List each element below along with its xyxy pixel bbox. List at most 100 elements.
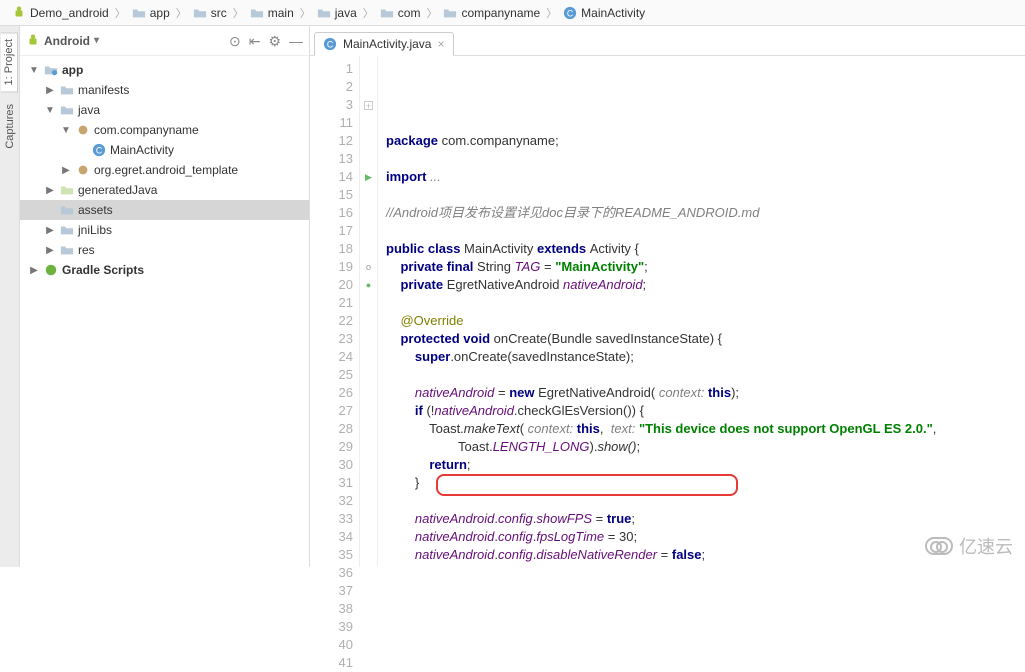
tree-arrow-icon[interactable]: ▶ (60, 165, 72, 176)
code-line[interactable]: nativeAndroid = new EgretNativeAndroid( … (386, 384, 1025, 402)
tree-label: com.companyname (94, 123, 199, 137)
folder-icon (380, 6, 394, 20)
breadcrumb-label: java (335, 6, 357, 20)
breadcrumb-item[interactable]: src (189, 4, 231, 22)
folder-icon (60, 243, 74, 257)
tree-item[interactable]: ▼ com.companyname (20, 120, 309, 140)
code-editor[interactable]: 1231112131415161718192021222324252627282… (310, 56, 1025, 567)
sidebar-toolbar: Android ▾ ⊙⇤⚙— (20, 26, 309, 56)
gear-icon[interactable]: ⚙ (268, 34, 281, 48)
tree-label: org.egret.android_template (94, 163, 238, 177)
code-line[interactable] (386, 492, 1025, 510)
line-number: 38 (310, 600, 353, 618)
tree-item[interactable]: CMainActivity (20, 140, 309, 160)
tree-item[interactable]: ▶generatedJava (20, 180, 309, 200)
breadcrumb-separator: 〉 (233, 5, 244, 21)
folder-icon (250, 6, 264, 20)
breadcrumb-item[interactable]: java (313, 4, 361, 22)
tree-item[interactable]: assets (20, 200, 309, 220)
gutter-mark (360, 366, 377, 384)
breadcrumb-item[interactable]: main (246, 4, 298, 22)
code-line[interactable]: package com.companyname; (386, 132, 1025, 150)
code-line[interactable]: //Android项目发布设置详见doc目录下的README_ANDROID.m… (386, 204, 1025, 222)
line-number: 1 (310, 60, 353, 78)
line-number: 15 (310, 186, 353, 204)
tree-label: jniLibs (78, 223, 112, 237)
code-line[interactable]: private final String TAG = "MainActivity… (386, 258, 1025, 276)
tree-label: assets (78, 203, 113, 217)
tree-label: app (62, 63, 83, 77)
breadcrumb-item[interactable]: com (376, 4, 425, 22)
hide-icon[interactable]: — (289, 34, 303, 48)
code-line[interactable]: public class MainActivity extends Activi… (386, 240, 1025, 258)
tree-item[interactable]: ▶Gradle Scripts (20, 260, 309, 280)
line-number: 35 (310, 546, 353, 564)
line-number: 12 (310, 132, 353, 150)
breadcrumb-separator: 〉 (546, 5, 557, 21)
project-tree[interactable]: ▼app▶manifests▼java▼com.companynameCMain… (20, 56, 309, 567)
gutter-mark: o (360, 258, 377, 276)
code-line[interactable]: nativeAndroid.config.showFPS = true; (386, 510, 1025, 528)
line-number: 39 (310, 618, 353, 636)
breadcrumb-item[interactable]: companyname (439, 4, 544, 22)
line-number: 18 (310, 240, 353, 258)
tree-arrow-icon[interactable]: ▶ (44, 245, 56, 256)
code-line[interactable]: super.onCreate(savedInstanceState); (386, 348, 1025, 366)
code-content[interactable]: package com.companyname; import ... //Andr… (378, 56, 1025, 567)
gutter-mark (360, 384, 377, 402)
tree-item[interactable]: ▶res (20, 240, 309, 260)
breadcrumb-item[interactable]: app (128, 4, 174, 22)
line-number: 27 (310, 402, 353, 420)
code-line[interactable]: } (386, 474, 1025, 492)
tree-item[interactable]: ▼java (20, 100, 309, 120)
tree-arrow-icon[interactable]: ▶ (44, 185, 56, 196)
close-icon[interactable]: × (437, 37, 444, 51)
tree-arrow-icon[interactable]: ▶ (28, 265, 40, 276)
line-number: 14 (310, 168, 353, 186)
code-line[interactable]: @Override (386, 312, 1025, 330)
breadcrumb-item[interactable]: Demo_android (8, 4, 113, 22)
code-line[interactable]: private EgretNativeAndroid nativeAndroid… (386, 276, 1025, 294)
code-line[interactable]: Toast.makeText( context: this, text: "Th… (386, 420, 1025, 438)
collapse-icon[interactable]: ⇤ (249, 34, 261, 48)
code-line[interactable]: import ... (386, 168, 1025, 186)
chevron-down-icon[interactable]: ▾ (94, 35, 99, 46)
tree-arrow-icon[interactable]: ▶ (44, 85, 56, 96)
breadcrumb-label: main (268, 6, 294, 20)
svg-text:C: C (327, 39, 333, 49)
code-line[interactable] (386, 366, 1025, 384)
tree-label: MainActivity (110, 143, 174, 157)
breadcrumb-item[interactable]: CMainActivity (559, 4, 649, 22)
gutter-mark (360, 204, 377, 222)
code-line[interactable]: Toast.LENGTH_LONG).show(); (386, 438, 1025, 456)
breadcrumb-bar: Demo_android〉app〉src〉main〉java〉com〉compa… (0, 0, 1025, 26)
tree-arrow-icon[interactable]: ▼ (44, 105, 56, 116)
code-line[interactable]: return; (386, 456, 1025, 474)
gutter-mark (360, 474, 377, 492)
editor-tab-mainactivity[interactable]: C MainActivity.java × (314, 32, 454, 56)
line-number: 23 (310, 330, 353, 348)
tree-item[interactable]: ▼ app (20, 60, 309, 80)
tree-item[interactable]: ▶ org.egret.android_template (20, 160, 309, 180)
gutter-mark (360, 78, 377, 96)
code-line[interactable] (386, 150, 1025, 168)
folder-icon (60, 203, 74, 217)
tree-item[interactable]: ▶ jniLibs (20, 220, 309, 240)
line-number: 17 (310, 222, 353, 240)
tool-window-rail: 1: Project Captures (0, 26, 20, 567)
tool-tab[interactable]: Captures (2, 98, 18, 155)
tree-arrow-icon[interactable]: ▼ (60, 125, 72, 136)
line-number: 20 (310, 276, 353, 294)
tool-tab[interactable]: 1: Project (1, 32, 18, 92)
tree-arrow-icon[interactable]: ▶ (44, 225, 56, 236)
gutter-mark (360, 240, 377, 258)
code-line[interactable]: if (!nativeAndroid.checkGlEsVersion()) { (386, 402, 1025, 420)
target-icon[interactable]: ⊙ (229, 34, 241, 48)
code-line[interactable]: protected void onCreate(Bundle savedInst… (386, 330, 1025, 348)
gutter-mark (360, 114, 377, 132)
code-line[interactable] (386, 186, 1025, 204)
code-line[interactable] (386, 222, 1025, 240)
tree-arrow-icon[interactable]: ▼ (28, 65, 40, 76)
tree-item[interactable]: ▶manifests (20, 80, 309, 100)
code-line[interactable] (386, 294, 1025, 312)
